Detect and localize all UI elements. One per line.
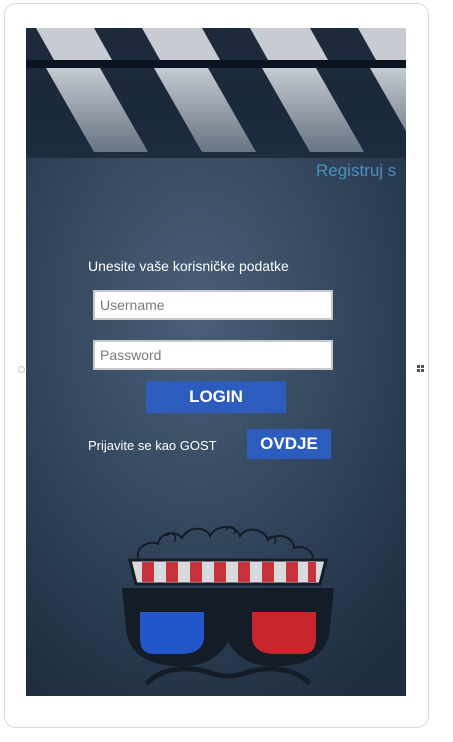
home-button-icon[interactable]	[18, 366, 25, 373]
username-input[interactable]	[93, 290, 333, 320]
password-input[interactable]	[93, 340, 333, 370]
screen-bottom-bar	[26, 696, 406, 702]
windows-icon[interactable]	[417, 365, 425, 373]
login-button[interactable]: LOGIN	[146, 381, 286, 413]
popcorn-3d-glasses-logo	[122, 526, 334, 685]
register-link[interactable]: Registruj s	[316, 161, 396, 181]
login-form-title: Unesite vaše korisničke podatke	[88, 258, 289, 274]
clapperboard-icon	[26, 28, 406, 152]
app-screen: Registruj s Unesite vaše korisničke poda…	[26, 28, 406, 702]
guest-login-button[interactable]: OVDJE	[247, 429, 331, 459]
guest-login-text: Prijavite se kao GOST	[88, 438, 217, 453]
